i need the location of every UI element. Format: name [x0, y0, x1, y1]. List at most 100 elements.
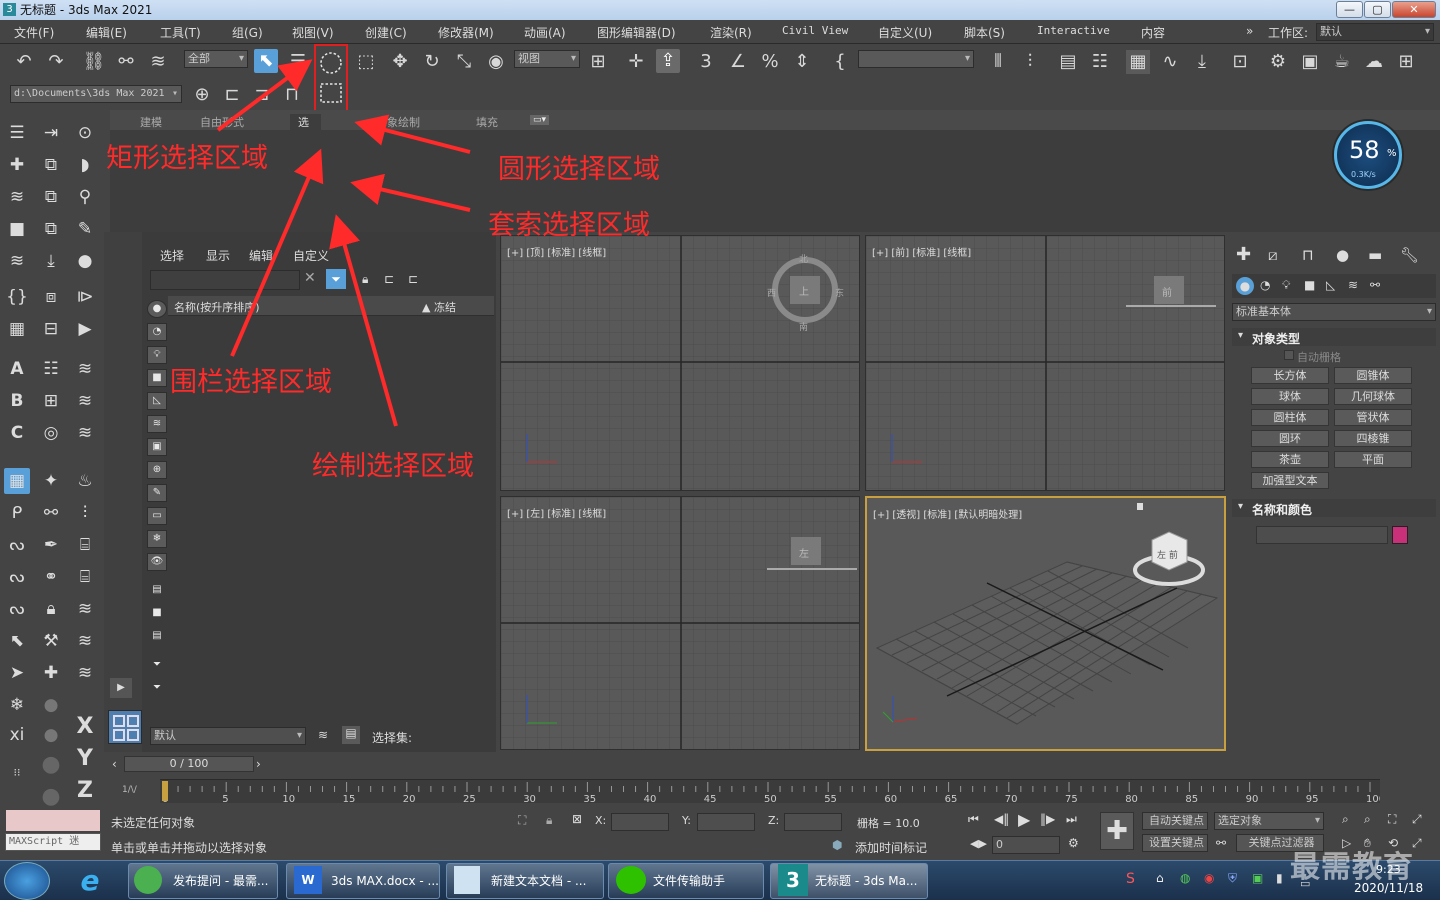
sphere-button[interactable]: 球体 [1251, 388, 1329, 405]
viewport-front-label[interactable]: [+] [前] [标准] [线框] [872, 244, 971, 259]
text-c-icon[interactable]: C [4, 420, 30, 446]
play-icon[interactable]: ▶ [72, 316, 98, 342]
menu-animation[interactable]: 动画(A) [524, 24, 566, 41]
tray-nvidia-icon[interactable]: ▣ [1252, 871, 1263, 885]
tree-icon[interactable]: ⊟ [38, 316, 64, 342]
primitive-type-dropdown[interactable]: 标准基本体 [1232, 303, 1436, 321]
render-setup-icon[interactable]: ⚙ [1266, 50, 1290, 74]
cone-button[interactable]: 圆锥体 [1334, 367, 1412, 384]
menu-tools[interactable]: 工具(T) [160, 24, 201, 41]
axis-x-icon[interactable]: X [72, 714, 98, 740]
ribbon-options-icon[interactable]: ▭▾ [530, 115, 550, 125]
move-icon[interactable]: ✥ [388, 50, 412, 74]
layer-explorer-icon[interactable]: ☷ [1088, 50, 1112, 74]
helpers-filter-icon[interactable]: ◺ [147, 392, 167, 410]
time-config-icon[interactable]: ⚙ [1068, 836, 1079, 850]
zoom-all-icon[interactable]: ⌕ [1364, 812, 1371, 827]
layer-stack-icon[interactable]: ≋ [4, 184, 30, 210]
copy-icon[interactable]: ⧉ [38, 184, 64, 210]
isolate-icon[interactable]: ⛶ [518, 813, 526, 828]
layers-toggle-icon[interactable]: ≋ [318, 728, 328, 742]
helpers-icon[interactable]: ◺ [1326, 278, 1335, 292]
angle-snap-icon[interactable]: ∠ [726, 50, 750, 74]
text-a-icon[interactable]: A [4, 356, 30, 382]
hierarchy-filter-2-icon[interactable]: ⊏ [408, 272, 418, 286]
menu-create[interactable]: 创建(C) [365, 24, 407, 41]
layer-4-icon[interactable]: ≋ [72, 388, 98, 414]
selection-lock-icon[interactable]: 🔒︎ [546, 813, 552, 828]
layers-6-icon[interactable]: ≋ [72, 596, 98, 622]
scene-search-input[interactable] [150, 270, 300, 290]
modify-panel-icon[interactable]: ⧄ [1268, 246, 1278, 264]
project-icon[interactable]: ⊕ [190, 83, 214, 107]
material-editor-icon[interactable]: ⊡ [1228, 50, 1252, 74]
viewcube-top-face[interactable]: 上 [799, 283, 809, 298]
filter-tool-icon[interactable]: ⏷ [147, 657, 167, 675]
mirror-icon[interactable]: ⫴ [986, 50, 1010, 74]
maxscript-listener[interactable] [5, 809, 101, 832]
close-button[interactable]: ✕ [1392, 1, 1436, 18]
spinner-snap-icon[interactable]: ⇕ [790, 50, 814, 74]
expand-panel-button[interactable]: ▶ [110, 678, 132, 698]
add-time-tag[interactable]: 添加时间标记 [855, 839, 927, 856]
rendered-frame-icon[interactable]: ▣ [1298, 50, 1322, 74]
scene-explorer-icon[interactable]: ▤ [1056, 50, 1080, 74]
hierarchy-filter-icon[interactable]: ⊏ [384, 272, 394, 286]
render-iterative-icon[interactable]: ⊞ [1394, 50, 1418, 74]
viewport-perspective[interactable]: [+] [透视] [标准] [默认明暗处理] 左 前 [865, 496, 1226, 751]
window-crossing-icon[interactable]: ⬚ [354, 50, 378, 74]
lights-filter-icon[interactable]: 💡︎ [147, 346, 167, 364]
tool-icon[interactable]: ⚒ [38, 628, 64, 654]
menu-graph-editors[interactable]: 图形编辑器(D) [597, 24, 676, 41]
select-arrow-icon[interactable]: ⬉ [4, 628, 30, 654]
viewcube-persp-face[interactable]: 左 前 [1157, 548, 1178, 561]
groups-filter-icon[interactable]: ▣ [147, 438, 167, 456]
start-button[interactable] [4, 862, 50, 900]
text-b-icon[interactable]: B [4, 388, 30, 414]
project-settings-icon[interactable]: ⊓ [280, 83, 304, 107]
menu-file[interactable]: 文件(F) [14, 24, 54, 41]
snap-3d-icon[interactable]: 3 [694, 50, 718, 74]
viewport-layout-icon[interactable] [108, 710, 142, 744]
undo-icon[interactable]: ↶ [12, 50, 36, 74]
dot-2-icon[interactable]: ● [38, 722, 64, 748]
render-icon[interactable]: ⊙ [72, 120, 98, 146]
helix-icon[interactable]: ◎ [38, 420, 64, 446]
tray-network-icon[interactable]: ⌂ [1156, 871, 1164, 885]
tab-select[interactable]: 选择 [160, 247, 184, 264]
cylinder-icon[interactable]: ⌸ [72, 532, 98, 558]
menu-modifiers[interactable]: 修改器(M) [438, 24, 494, 41]
zoom-extents-icon[interactable]: ⛶ [1388, 812, 1396, 827]
cameras-filter-icon[interactable]: ■ [147, 369, 167, 387]
scale-icon[interactable]: ⤡ [452, 50, 476, 74]
tab-modeling[interactable]: 建模 [140, 114, 162, 130]
viewport-front[interactable]: [+] [前] [标准] [线框] 前 [865, 235, 1225, 491]
stack-icon[interactable]: ⧉ [38, 152, 64, 178]
tab-selection[interactable]: 选 [290, 114, 321, 130]
film-icon[interactable]: ⧐ [72, 284, 98, 310]
tray-wechat-icon[interactable]: ◍ [1180, 871, 1190, 885]
menu-customize[interactable]: 自定义(U) [878, 24, 932, 41]
zoom-extents-all-icon[interactable]: ⤢ [1412, 812, 1422, 827]
select-object-icon[interactable]: ⬉ [254, 49, 278, 73]
tab-display[interactable]: 显示 [206, 247, 230, 264]
viewport-perspective-label[interactable]: [+] [透视] [标准] [默认明暗处理] [873, 506, 1022, 521]
grid-dots-icon[interactable]: ⁝⁝ [4, 760, 30, 786]
collapse-arrow-2-icon[interactable]: ▾ [1238, 501, 1243, 512]
create-panel-icon[interactable]: ✚ [1236, 244, 1251, 265]
x-coord-input[interactable] [611, 813, 669, 831]
minimize-button[interactable]: — [1336, 1, 1363, 18]
unlink-icon[interactable]: ⚯ [114, 50, 138, 74]
sort-icon[interactable]: ▤ [342, 726, 360, 744]
pivot-icon[interactable]: ⊞ [586, 50, 610, 74]
display-all-icon[interactable]: ▤ [147, 582, 167, 600]
frozen-filter-icon[interactable]: ❄ [147, 530, 167, 548]
next-frame-icon[interactable]: › [256, 757, 261, 771]
viewport-left[interactable]: [+] [左] [标准] [线框] 左 [500, 496, 860, 750]
menu-view[interactable]: 视图(V) [292, 24, 334, 41]
brush-icon[interactable]: ✎ [72, 216, 98, 242]
prev-key-icon[interactable]: ◀︎‖ [994, 812, 1009, 826]
layer-dropdown[interactable]: 默认 [150, 727, 306, 745]
column-freeze[interactable]: ▲ 冻结 [422, 299, 456, 315]
menu-civil-view[interactable]: Civil View [782, 24, 848, 37]
